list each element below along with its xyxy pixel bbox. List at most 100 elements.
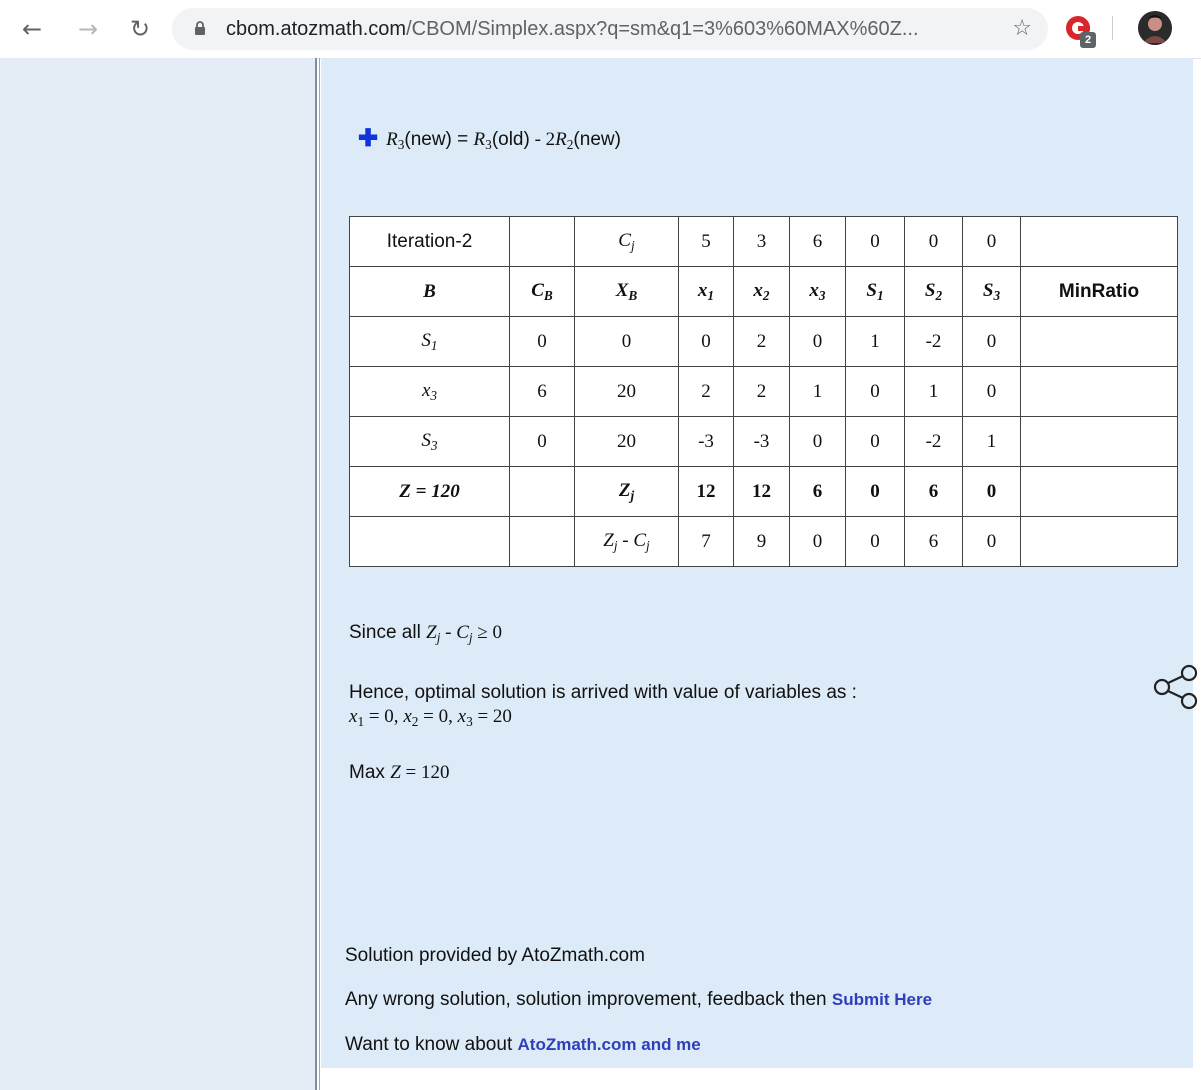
simplex-table: Iteration-2 Cj 5 3 6 0 0 0 B CB XB x1 x2… <box>349 216 1178 567</box>
row-operation-step: ✚ R3(new) = R3(old) - 2R2(new) <box>358 125 621 152</box>
table-row: x3 6 20 2 2 1 0 1 0 <box>349 366 1178 417</box>
diff-value: 6 <box>904 516 963 567</box>
about-link[interactable]: AtoZmath.com and me <box>518 1035 701 1054</box>
browser-toolbar: ← → ↻ cbom.atozmath.com/CBOM/Simplex.asp… <box>0 0 1201 59</box>
value-cell: 1 <box>845 316 905 367</box>
share-icon[interactable] <box>1150 662 1200 712</box>
minratio-header: MinRatio <box>1020 266 1178 317</box>
submit-here-link[interactable]: Submit Here <box>832 990 932 1009</box>
forward-icon[interactable]: → <box>74 14 102 44</box>
cb-header: CB <box>509 266 575 317</box>
zj-row: Z = 120 Zj 12 12 6 0 6 0 <box>349 466 1178 517</box>
about-line: Want to know about AtoZmath.com and me <box>345 1034 701 1055</box>
zj-value: 12 <box>678 466 734 517</box>
max-z-result: Max Z = 120 <box>349 762 450 783</box>
cj-value: 3 <box>733 216 790 267</box>
sidebar-divider-inner <box>319 58 320 1090</box>
iteration-label: Iteration-2 <box>349 216 510 267</box>
minratio-cell <box>1020 366 1178 417</box>
diff-value: 9 <box>733 516 790 567</box>
zj-value: 6 <box>789 466 846 517</box>
zj-value: 0 <box>962 466 1021 517</box>
xb-header: XB <box>574 266 679 317</box>
value-cell: 0 <box>845 366 905 417</box>
left-sidebar <box>0 58 315 1090</box>
value-cell: -2 <box>904 416 963 467</box>
value-cell: 0 <box>845 416 905 467</box>
value-cell: 0 <box>678 316 734 367</box>
table-row: S1 0 0 0 2 0 1 -2 0 <box>349 316 1178 367</box>
sidebar-divider <box>315 58 317 1090</box>
var-header: x3 <box>789 266 846 317</box>
bookmark-star-icon[interactable]: ☆ <box>1012 16 1032 41</box>
profile-avatar[interactable] <box>1138 11 1172 45</box>
value-cell: 0 <box>789 316 846 367</box>
diff-value: 0 <box>962 516 1021 567</box>
value-cell: 0 <box>789 416 846 467</box>
table-row: S3 0 20 -3 -3 0 0 -2 1 <box>349 416 1178 467</box>
optimality-condition: Since all Zj - Cj ≥ 0 <box>349 622 503 645</box>
cj-value: 0 <box>904 216 963 267</box>
feedback-line: Any wrong solution, solution improvement… <box>345 989 933 1010</box>
extension-badge: 2 <box>1080 32 1096 48</box>
basis-header: B <box>349 266 510 317</box>
diff-value: 0 <box>789 516 846 567</box>
xb-cell: 20 <box>574 366 679 417</box>
reload-icon[interactable]: ↻ <box>126 14 154 44</box>
empty-cell <box>1020 216 1178 267</box>
z-value-cell: Z = 120 <box>349 466 510 517</box>
lock-icon <box>195 21 205 35</box>
toolbar-separator <box>1112 16 1113 40</box>
empty-cell <box>349 516 510 567</box>
var-header: S2 <box>904 266 963 317</box>
empty-cell <box>509 516 575 567</box>
header-row: B CB XB x1 x2 x3 S1 S2 S3 MinRatio <box>349 266 1178 317</box>
empty-cell <box>1020 516 1178 567</box>
zj-minus-cj-label: Zj - Cj <box>574 516 679 567</box>
cj-row: Iteration-2 Cj 5 3 6 0 0 0 <box>349 216 1178 267</box>
value-cell: 2 <box>733 366 790 417</box>
basis-cell: x3 <box>349 366 510 417</box>
url-text[interactable]: cbom.atozmath.com/CBOM/Simplex.aspx?q=sm… <box>226 18 919 40</box>
value-cell: -3 <box>678 416 734 467</box>
cb-cell: 0 <box>509 316 575 367</box>
xb-cell: 0 <box>574 316 679 367</box>
zj-label: Zj <box>574 466 679 517</box>
empty-cell <box>1020 466 1178 517</box>
zj-value: 6 <box>904 466 963 517</box>
var-header: x2 <box>733 266 790 317</box>
value-cell: 2 <box>678 366 734 417</box>
value-cell: 2 <box>733 316 790 367</box>
cj-value: 6 <box>789 216 846 267</box>
diff-value: 0 <box>845 516 905 567</box>
cj-value: 0 <box>962 216 1021 267</box>
value-cell: 0 <box>962 316 1021 367</box>
cb-cell: 0 <box>509 416 575 467</box>
basis-cell: S3 <box>349 416 510 467</box>
zj-value: 0 <box>845 466 905 517</box>
minratio-cell <box>1020 316 1178 367</box>
value-cell: 1 <box>904 366 963 417</box>
empty-cell <box>509 216 575 267</box>
value-cell: 1 <box>789 366 846 417</box>
cj-value: 5 <box>678 216 734 267</box>
minratio-cell <box>1020 416 1178 467</box>
zj-minus-cj-row: Zj - Cj 7 9 0 0 6 0 <box>349 516 1178 567</box>
address-bar[interactable]: cbom.atozmath.com/CBOM/Simplex.aspx?q=sm… <box>172 8 1048 50</box>
var-header: S3 <box>962 266 1021 317</box>
provided-by-text: Solution provided by AtoZmath.com <box>345 945 645 966</box>
xb-cell: 20 <box>574 416 679 467</box>
value-cell: 1 <box>962 416 1021 467</box>
cj-label: Cj <box>574 216 679 267</box>
hence-statement: Hence, optimal solution is arrived with … <box>349 682 857 703</box>
solution-values: x1 = 0, x2 = 0, x3 = 20 <box>349 706 512 729</box>
value-cell: 0 <box>962 366 1021 417</box>
value-cell: -3 <box>733 416 790 467</box>
back-icon[interactable]: ← <box>18 14 46 44</box>
diff-value: 7 <box>678 516 734 567</box>
cj-value: 0 <box>845 216 905 267</box>
plus-icon[interactable]: ✚ <box>358 125 378 152</box>
zj-value: 12 <box>733 466 790 517</box>
cb-cell: 6 <box>509 366 575 417</box>
var-header: S1 <box>845 266 905 317</box>
